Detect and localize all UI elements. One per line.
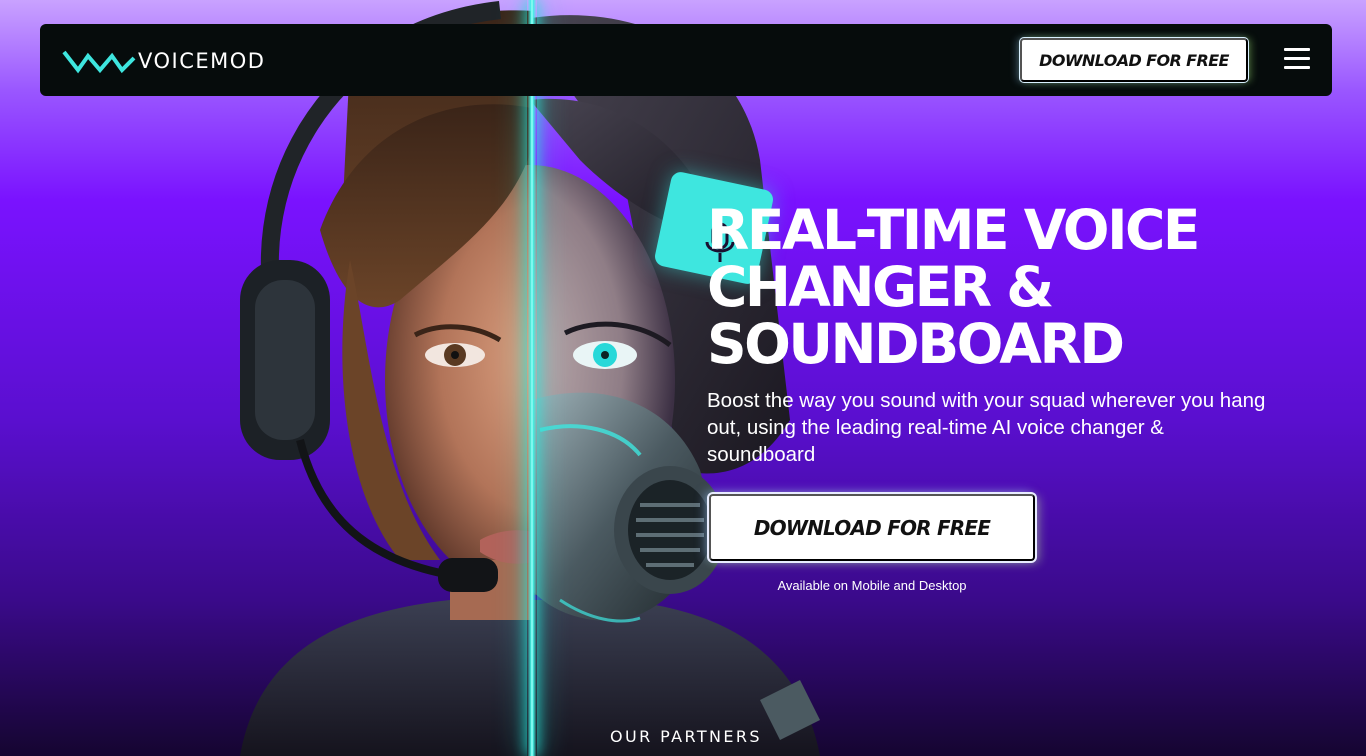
partners-heading: OUR PARTNERS: [610, 727, 762, 746]
voicemod-logo-icon: [62, 50, 136, 74]
nav-download-button[interactable]: DOWNLOAD FOR FREE: [1020, 38, 1248, 82]
brand-name: VOICEMOD: [138, 49, 266, 73]
hero-download-button[interactable]: DOWNLOAD FOR FREE: [709, 494, 1035, 561]
hamburger-menu-icon[interactable]: [1284, 48, 1310, 70]
brand-logo[interactable]: VOICEMOD: [62, 48, 265, 74]
top-navbar: VOICEMOD DOWNLOAD FOR FREE: [40, 24, 1332, 96]
hero-image: [200, 0, 820, 756]
hero-headline: REAL-TIME VOICE CHANGER & SOUNDBOARD: [707, 198, 1200, 376]
availability-note: Available on Mobile and Desktop: [777, 578, 967, 593]
hero-subtext: Boost the way you sound with your squad …: [707, 389, 1266, 466]
split-divider: [527, 0, 537, 756]
